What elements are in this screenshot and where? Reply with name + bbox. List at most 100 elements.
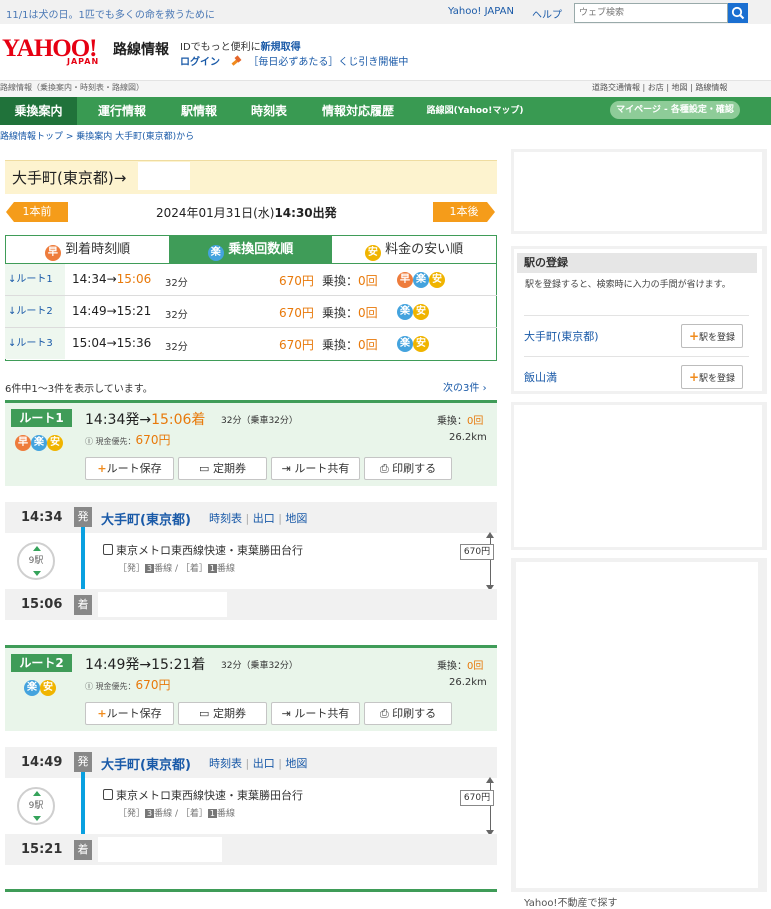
prev-train-button[interactable]: 1本前 (6, 202, 68, 222)
commuter-pass-button[interactable]: ▭ 定期券 (178, 702, 267, 725)
train-icon (103, 789, 113, 800)
help-link[interactable]: ヘルプ (532, 6, 562, 21)
timetable-link[interactable]: 時刻表 (209, 757, 242, 770)
summary-arr: 15:21 (116, 304, 152, 318)
route-time: 14:34発→15:06着 (85, 409, 205, 429)
route-card-1: ルート1 早楽安 14:34発→15:06着 32分（乗車32分） Ⓘ 現金優先… (5, 400, 497, 486)
printer-icon: ⎙ (379, 462, 389, 475)
summary-row[interactable]: ↓ルート3 15:04→15:36 32分 670円 乗換：0回 楽安 (5, 328, 497, 360)
nav-transfer[interactable]: 乗換案内 (0, 97, 77, 125)
summary-fare: 670円 (279, 306, 314, 320)
register-station-button[interactable]: +駅を登録 (681, 365, 743, 389)
print-button[interactable]: ⎙ 印刷する (364, 457, 452, 480)
sub-links[interactable]: 道路交通情報 | お店 | 地図 | 路線情報 (592, 82, 727, 93)
mypage-button[interactable]: マイページ - 各種設定・確認 (610, 101, 740, 119)
share-route-button[interactable]: ⇥ ルート共有 (271, 457, 360, 480)
plat-unit: 番線 (154, 809, 173, 819)
search-button[interactable] (728, 3, 748, 23)
summary-xfer-count: 0回 (358, 306, 378, 320)
route-icons: 早楽安 (15, 433, 63, 451)
breadcrumb[interactable]: 路線情報トップ > 乗換案内 大手町(東京都)から (0, 129, 194, 142)
save-route-button[interactable]: +ルート保存 (85, 702, 174, 725)
easy-icon: 楽 (207, 245, 224, 261)
plus-icon: + (688, 329, 700, 343)
fast-icon: 早 (397, 272, 413, 288)
nav-station-info[interactable]: 駅情報 (168, 97, 230, 125)
train-name-text: 東京メトロ東西線快速・東葉勝田台行 (116, 544, 303, 557)
departure-time: 14:49 (21, 755, 63, 770)
tab-transfers[interactable]: 楽 乗換回数順 (169, 236, 332, 263)
tab-cheapest-label: 料金の安い順 (385, 242, 464, 257)
summary-icons: 楽安 (397, 334, 429, 352)
tab-cheapest[interactable]: 安 料金の安い順 (332, 236, 496, 263)
destination-mask (138, 162, 190, 190)
route-fare-label: 現金優先： (95, 682, 136, 691)
nav-service-info[interactable]: 運行情報 (83, 97, 161, 125)
save-route-label: ルート保存 (106, 462, 162, 475)
route-xfer-label: 乗換： (437, 416, 467, 427)
tab-arrival[interactable]: 早 到着時刻順 (6, 236, 169, 263)
commuter-pass-label: 定期券 (212, 462, 246, 475)
commuter-pass-label: 定期券 (212, 707, 246, 720)
cheap-icon: 安 (364, 245, 381, 261)
summary-route-label[interactable]: ↓ルート3 (5, 328, 65, 359)
web-search-input[interactable] (574, 3, 728, 23)
summary-transfers: 乗換：0回 (322, 304, 378, 321)
summary-dep: 14:49→ (72, 304, 117, 318)
train-name: 東京メトロ東西線快速・東葉勝田台行 (103, 787, 303, 803)
nav-route-map[interactable]: 路線図(Yahoo!マップ) (420, 97, 530, 125)
notice-link[interactable]: 11/1は犬の日。1匹でも多くの命を救うために (6, 6, 215, 21)
commuter-pass-button[interactable]: ▭ 定期券 (178, 457, 267, 480)
register-station-button[interactable]: +駅を登録 (681, 324, 743, 348)
ad-slot-inner (514, 405, 762, 547)
timetable-link[interactable]: 時刻表 (209, 512, 242, 525)
share-icon: ⇥ (281, 707, 291, 720)
route-card-3-top (5, 889, 497, 892)
route-card-2: ルート2 楽安 14:49発→15:21着 32分（乗車32分） Ⓘ 現金優先：… (5, 645, 497, 731)
plat-unit: 番線 (217, 809, 236, 819)
summary-xfer-label: 乗換： (322, 274, 359, 288)
cheap-icon: 安 (40, 680, 56, 696)
next-results-label: 次の3件 (443, 383, 480, 394)
exit-link[interactable]: 出口 (253, 512, 275, 525)
ad-slot-middle (511, 402, 767, 550)
yahoo-japan-link[interactable]: Yahoo! JAPAN (448, 6, 514, 17)
route-dep: 14:49発→ (85, 657, 152, 673)
station-link[interactable]: 飯山満 (524, 369, 557, 385)
print-button[interactable]: ⎙ 印刷する (364, 702, 452, 725)
station-name[interactable]: 大手町(東京都) (101, 509, 191, 528)
search-date: 2024年01月31日(水) (156, 206, 275, 220)
login-link[interactable]: ログイン (180, 57, 220, 68)
plat-arr-label: ［着］ (180, 809, 208, 819)
station-link[interactable]: 大手町(東京都) (524, 328, 599, 344)
map-link[interactable]: 地図 (285, 512, 307, 525)
summary-route-label[interactable]: ↓ルート1 (5, 264, 65, 295)
search-title: 大手町(東京都)→ (12, 169, 127, 187)
station-name[interactable]: 大手町(東京都) (101, 754, 191, 773)
nav-history[interactable]: 情報対応履歴 (308, 97, 408, 125)
station-links: 時刻表 | 出口 | 地図 (209, 512, 308, 525)
save-route-button[interactable]: +ルート保存 (85, 457, 174, 480)
yahoo-logo[interactable]: YAHOO! JAPAN (2, 36, 112, 67)
realestate-heading[interactable]: Yahoo!不動産で探す (524, 894, 617, 909)
arrival-station-mask (98, 592, 227, 617)
map-link[interactable]: 地図 (285, 757, 307, 770)
next-results-link[interactable]: 次の3件 › (443, 379, 487, 394)
summary-route-label[interactable]: ↓ルート2 (5, 296, 65, 327)
logo-sub: JAPAN (67, 57, 100, 66)
arrival-time: 15:21 (21, 842, 63, 857)
nav-timetable[interactable]: 時刻表 (238, 97, 300, 125)
summary-row[interactable]: ↓ルート1 14:34→15:06 32分 670円 乗換：0回 早楽安 (5, 264, 497, 296)
easy-icon: 楽 (397, 304, 413, 320)
next-train-button[interactable]: 1本後 (433, 202, 495, 222)
lottery-link[interactable]: ［毎日必ずあたる］くじ引き開催中 (248, 57, 408, 68)
summary-row[interactable]: ↓ルート2 14:49→15:21 32分 670円 乗換：0回 楽安 (5, 296, 497, 328)
plat-arr-no: 1 (207, 809, 217, 818)
route-distance: 26.2km (449, 677, 487, 688)
summary-time: 14:49→15:21 (72, 304, 151, 318)
plat-unit: 番線 (217, 564, 236, 574)
summary-transfers: 乗換：0回 (322, 272, 378, 289)
share-route-button[interactable]: ⇥ ルート共有 (271, 702, 360, 725)
exit-link[interactable]: 出口 (253, 757, 275, 770)
register-id-link[interactable]: 新規取得 (261, 42, 301, 53)
